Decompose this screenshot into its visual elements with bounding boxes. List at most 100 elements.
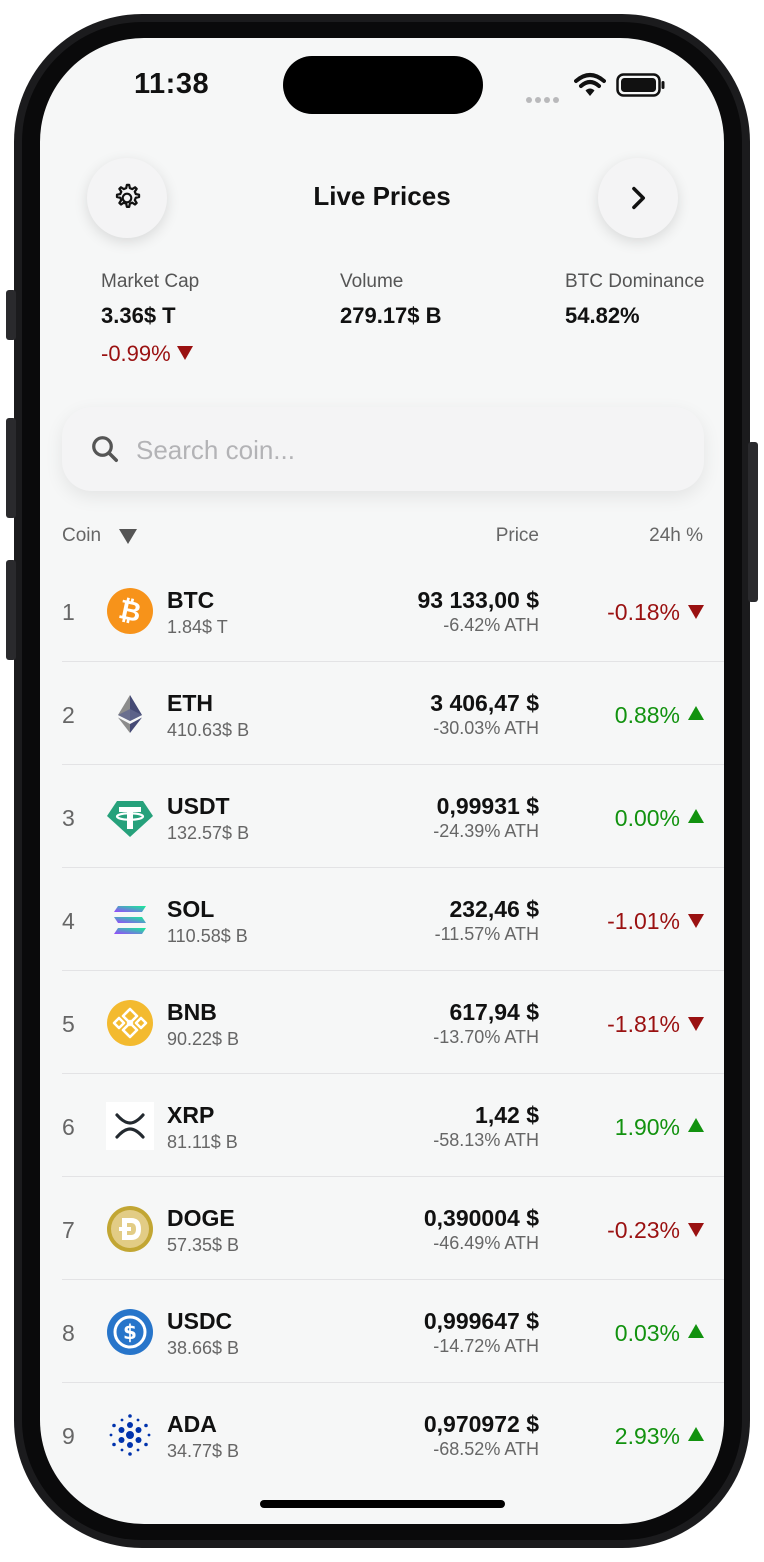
coin-price: 617,94 $ xyxy=(449,999,539,1025)
eth-logo-icon xyxy=(118,695,142,733)
home-indicator[interactable] xyxy=(260,1500,505,1508)
up-arrow-icon xyxy=(688,706,704,720)
chevron-right-icon xyxy=(632,186,645,210)
coin-rank: 5 xyxy=(62,1011,75,1037)
sol-logo-icon xyxy=(114,906,146,934)
coin-change: 0.03% xyxy=(542,1320,704,1347)
coin-row-usdt[interactable]: 3 USDT 132.57$ B 0,99931 $ -24.39% ATH 0… xyxy=(62,765,724,868)
down-arrow-icon xyxy=(688,605,704,619)
coin-row-ada[interactable]: 9 ADA 34.77$ B 0,970972 $ -68.52% ATH 2.… xyxy=(62,1383,724,1485)
market-cap-label: Market Cap xyxy=(101,271,200,292)
coin-list: 1 ₿ BTC 1.84$ T 93 133,00 $ -6.42% ATH -… xyxy=(62,559,724,1485)
xrp-logo-icon xyxy=(106,1102,154,1150)
coin-market-cap: 132.57$ B xyxy=(167,823,250,843)
volume-up-button xyxy=(6,418,16,518)
coin-rank: 6 xyxy=(62,1114,75,1140)
btc-dominance-value: 54.82% xyxy=(565,303,640,328)
volume-down-button xyxy=(6,560,16,660)
down-arrow-icon xyxy=(176,346,193,360)
coin-change: 2.93% xyxy=(542,1423,704,1450)
volume-value: 279.17$ B xyxy=(340,303,442,328)
coin-ath: -58.13% ATH xyxy=(433,1130,539,1150)
change-column-header[interactable]: 24h % xyxy=(560,525,703,547)
down-arrow-icon xyxy=(688,1223,704,1237)
coin-change: 1.90% xyxy=(542,1114,704,1141)
coin-row-bnb[interactable]: 5 BNB 90.22$ B 617,94 $ -13.70% ATH -1.8… xyxy=(62,971,724,1074)
btc-dominance-label: BTC Dominance xyxy=(565,271,705,292)
action-button xyxy=(6,290,16,340)
coin-price: 232,46 $ xyxy=(449,896,539,922)
volume-label: Volume xyxy=(340,271,404,292)
coin-change: 0.00% xyxy=(542,805,704,832)
usdt-logo-icon xyxy=(107,801,153,837)
coin-symbol: ETH xyxy=(167,690,213,716)
svg-text:$: $ xyxy=(123,1320,137,1344)
market-cap-value: 3.36$ T xyxy=(101,303,176,328)
coin-market-cap: 1.84$ T xyxy=(167,617,228,637)
coin-symbol: XRP xyxy=(167,1102,215,1128)
market-cap-stat: Market Cap 3.36$ T -0.99% xyxy=(101,271,199,367)
coin-rank: 8 xyxy=(62,1320,75,1346)
coin-change: -0.18% xyxy=(542,599,704,626)
coin-row-xrp[interactable]: 6 XRP 81.11$ B 1,42 $ -58.13% ATH 1.90% xyxy=(62,1074,724,1177)
coin-rank: 1 xyxy=(62,599,75,625)
search-input[interactable] xyxy=(134,429,678,471)
coin-row-eth[interactable]: 2 ETH 410.63$ B 3 406,47 $ -30.03% ATH 0… xyxy=(62,662,724,765)
btc-logo-icon: ₿ xyxy=(107,588,153,634)
coin-ath: -24.39% ATH xyxy=(433,821,539,841)
coin-change: 0.88% xyxy=(542,702,704,729)
up-arrow-icon xyxy=(688,809,704,823)
coin-ath: -11.57% ATH xyxy=(434,924,539,944)
coin-row-sol[interactable]: 4 SOL 110.58$ B 232,46 $ -11.57% ATH -1.… xyxy=(62,868,724,971)
coin-change: -1.01% xyxy=(542,908,704,935)
coin-symbol: BNB xyxy=(167,999,217,1025)
coin-column-header[interactable]: Coin xyxy=(62,525,138,547)
coin-column-label: Coin xyxy=(62,525,102,546)
btc-dominance-stat: BTC Dominance 54.82% xyxy=(565,271,704,329)
up-arrow-icon xyxy=(688,1324,704,1338)
coin-symbol: SOL xyxy=(167,896,215,922)
usdc-logo-icon: $ xyxy=(107,1309,153,1355)
coin-price: 0,970972 $ xyxy=(423,1411,539,1437)
coin-symbol: BTC xyxy=(167,587,215,613)
status-time: 11:38 xyxy=(134,68,210,100)
coin-market-cap: 90.22$ B xyxy=(167,1029,240,1049)
coin-row-doge[interactable]: 7 DOGE 57.35$ B 0,390004 $ -46.49% ATH -… xyxy=(62,1177,724,1280)
coin-symbol: USDT xyxy=(167,793,230,819)
coin-price: 1,42 $ xyxy=(475,1102,539,1128)
coin-rank: 4 xyxy=(62,908,75,934)
coin-market-cap: 81.11$ B xyxy=(167,1132,238,1152)
coin-ath: -46.49% ATH xyxy=(433,1233,539,1253)
coin-row-btc[interactable]: 1 ₿ BTC 1.84$ T 93 133,00 $ -6.42% ATH -… xyxy=(62,559,724,662)
coin-market-cap: 57.35$ B xyxy=(167,1235,240,1255)
search-icon xyxy=(92,436,118,462)
coin-symbol: ADA xyxy=(167,1411,217,1437)
app-screen: 11:38 Live Prices Market Cap 3.36$ T -0.… xyxy=(40,38,724,1524)
coin-price: 93 133,00 $ xyxy=(417,587,539,613)
coin-row-usdc[interactable]: 8 $ USDC 38.66$ B 0,999647 $ -14.72% ATH… xyxy=(62,1280,724,1383)
coin-rank: 2 xyxy=(62,702,75,728)
search-bar xyxy=(62,407,704,491)
sort-down-icon[interactable] xyxy=(119,528,138,544)
ada-logo-icon xyxy=(109,1414,151,1456)
down-arrow-icon xyxy=(688,1017,704,1031)
coin-ath: -68.52% ATH xyxy=(433,1439,539,1459)
price-column-header[interactable]: Price xyxy=(340,525,539,547)
coin-ath: -30.03% ATH xyxy=(433,718,539,738)
battery-icon xyxy=(616,73,665,97)
coin-ath: -6.42% ATH xyxy=(443,615,539,635)
market-cap-change: -0.99% xyxy=(101,341,199,367)
dynamic-island xyxy=(283,56,483,114)
doge-logo-icon xyxy=(107,1206,153,1252)
up-arrow-icon xyxy=(688,1427,704,1441)
coin-rank: 7 xyxy=(62,1217,75,1243)
coin-price: 0,99931 $ xyxy=(436,793,539,819)
power-button xyxy=(748,442,758,602)
next-button[interactable] xyxy=(598,158,678,238)
bnb-logo-icon xyxy=(107,1000,153,1046)
coin-change: -1.81% xyxy=(542,1011,704,1038)
coin-ath: -13.70% ATH xyxy=(433,1027,539,1047)
coin-market-cap: 410.63$ B xyxy=(167,720,250,740)
cellular-signal-icon xyxy=(526,90,562,103)
coin-symbol: DOGE xyxy=(167,1205,235,1231)
